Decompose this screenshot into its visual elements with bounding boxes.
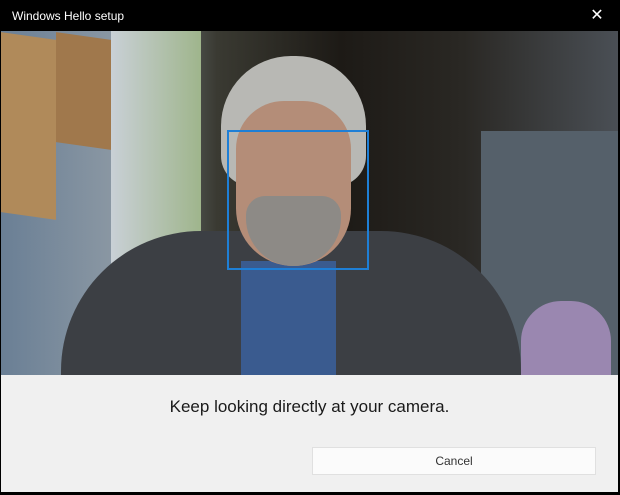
close-icon: ✕ <box>590 7 604 24</box>
close-button[interactable]: ✕ <box>582 4 612 28</box>
picture-frame <box>56 32 111 150</box>
bottom-panel: Keep looking directly at your camera. Ca… <box>1 375 618 492</box>
background-person <box>521 301 611 375</box>
instruction-message: Keep looking directly at your camera. <box>169 397 450 416</box>
picture-frame <box>1 32 56 220</box>
window-title: Windows Hello setup <box>12 9 125 23</box>
title-bar: Windows Hello setup ✕ <box>0 0 620 31</box>
cancel-button[interactable]: Cancel <box>312 447 596 475</box>
camera-preview <box>1 31 618 375</box>
face-detection-box <box>227 130 369 270</box>
shirt <box>241 261 336 375</box>
